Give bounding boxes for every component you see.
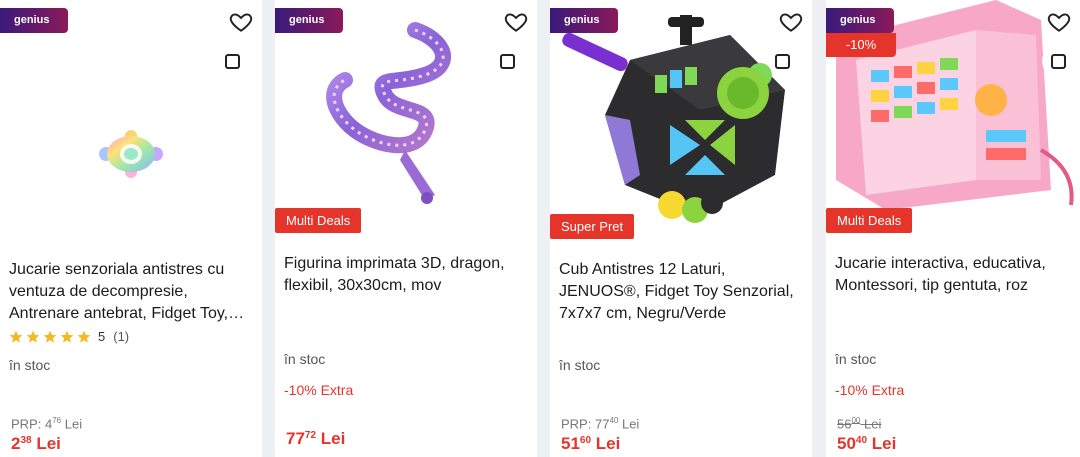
genius-badge: genius (0, 8, 68, 33)
rating-count[interactable]: (1) (113, 329, 129, 344)
product-card[interactable]: genius -10% Multi Deals Jucarie interact… (826, 0, 1080, 457)
stock-status: în stoc (284, 351, 326, 367)
current-price: 5160 Lei (561, 434, 621, 453)
stock-status: în stoc (835, 351, 877, 367)
product-title[interactable]: Jucarie senzoriala antistres cu ventuza … (9, 259, 252, 325)
heart-icon[interactable] (503, 9, 529, 35)
compare-checkbox[interactable] (1051, 54, 1066, 69)
current-price: 238 Lei (11, 434, 61, 453)
discount-badge: -10% (826, 33, 896, 57)
product-card[interactable]: genius Multi Deals Figurina imprimata 3D… (275, 0, 537, 457)
product-card[interactable]: genius Jucarie senzoriala antistres cu v… (0, 0, 262, 457)
compare-checkbox[interactable] (500, 54, 515, 69)
heart-icon[interactable] (1046, 9, 1072, 35)
current-price: 7772 Lei (286, 429, 346, 448)
prp-price: PRP: 7740 Lei (561, 416, 640, 432)
star-icon (43, 330, 57, 343)
rainbow-pop-fidget-image[interactable] (98, 130, 164, 178)
compare-checkbox[interactable] (225, 54, 240, 69)
multi-deals-badge: Multi Deals (275, 208, 362, 233)
purple-dragon-figurine-image[interactable] (315, 20, 475, 210)
product-title[interactable]: Cub Antistres 12 Laturi, JENUOS®, Fidget… (559, 259, 802, 325)
heart-icon[interactable] (228, 9, 254, 35)
star-icon (26, 330, 40, 343)
multi-deals-badge: Multi Deals (826, 208, 913, 233)
product-card[interactable]: genius Super Pret Cub Antistres 12 Latur… (550, 0, 812, 457)
product-title[interactable]: Jucarie interactiva, educativa, Montesso… (835, 253, 1070, 297)
current-price: 5040 Lei (837, 434, 897, 453)
fidget-cube-image[interactable] (560, 15, 800, 230)
genius-badge: genius (826, 8, 894, 33)
extra-discount: -10% Extra (835, 382, 905, 398)
old-price: 5600 Lei (837, 416, 882, 432)
product-title[interactable]: Figurina imprimata 3D, dragon, flexibil,… (284, 253, 527, 297)
stock-status: în stoc (559, 357, 601, 373)
rating-stars: 5 (1) (9, 329, 129, 344)
rating-value: 5 (98, 329, 106, 344)
star-icon (9, 330, 23, 343)
prp-price: PRP: 476 Lei (11, 416, 83, 432)
super-pret-badge: Super Pret (550, 214, 635, 239)
stock-status: în stoc (9, 357, 51, 373)
star-icon (77, 330, 91, 343)
extra-discount: -10% Extra (284, 382, 354, 398)
star-icon (60, 330, 74, 343)
